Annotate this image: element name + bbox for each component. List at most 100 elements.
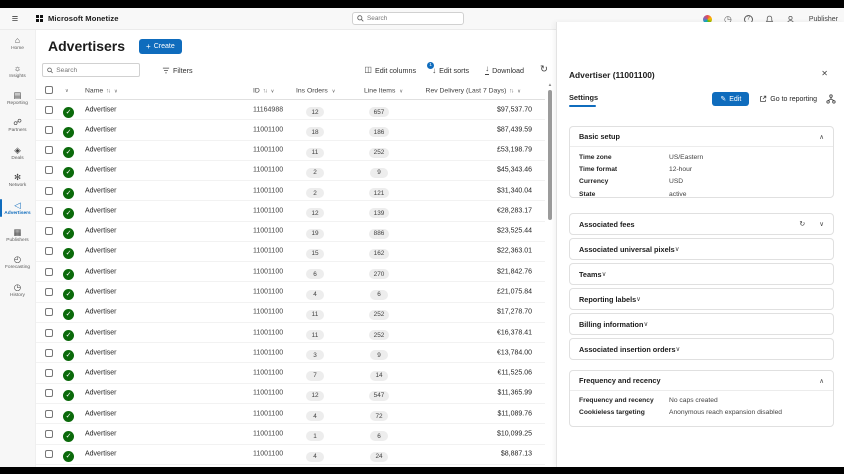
global-search[interactable]	[352, 12, 464, 25]
table-row[interactable]: ✓ Advertiser 11001100 11 252 $17,278.70	[36, 303, 545, 323]
sidebar-item[interactable]: ▤ Reporting	[0, 85, 35, 112]
row-checkbox[interactable]	[45, 348, 53, 357]
sidebar-item[interactable]: ☍ Partners	[0, 112, 35, 139]
row-checkbox[interactable]	[45, 429, 53, 438]
select-all-checkbox[interactable]	[45, 85, 53, 94]
table-row[interactable]: ✓ Advertiser 11001100 1 6 $10,099.25	[36, 424, 545, 445]
table-row[interactable]: ✓ Advertiser 11001100 3 9 €13,784.00	[36, 343, 545, 364]
org-hierarchy-icon[interactable]	[826, 94, 836, 104]
advertiser-name[interactable]: Advertiser	[85, 329, 117, 336]
accordion-section[interactable]: Associated fees ↻ ∨	[569, 213, 834, 235]
row-checkbox[interactable]	[45, 186, 53, 195]
advertiser-name[interactable]: Advertiser	[85, 268, 117, 275]
row-checkbox[interactable]	[45, 125, 53, 134]
advertiser-name[interactable]: Advertiser	[85, 228, 117, 235]
advertiser-name[interactable]: Advertiser	[85, 370, 117, 377]
sidebar-item[interactable]: ◁ Advertisers	[0, 194, 35, 221]
advertiser-name[interactable]: Advertiser	[85, 451, 117, 458]
chevron-down-icon[interactable]: ∨	[643, 320, 648, 328]
table-row[interactable]: ✓ Advertiser 11001100 2 9 $45,343.46	[36, 161, 545, 182]
row-checkbox[interactable]	[45, 288, 53, 297]
sidebar-item[interactable]: ◈ Deals	[0, 140, 35, 167]
table-row[interactable]: ✓ Advertiser 11164988 12 657 $97,537.70	[36, 100, 545, 121]
advertiser-name[interactable]: Advertiser	[85, 390, 117, 397]
edit-button[interactable]: ✎ Edit	[712, 92, 750, 106]
table-scrollbar[interactable]: ▲	[547, 82, 553, 465]
row-checkbox[interactable]	[45, 227, 53, 236]
global-search-input[interactable]	[367, 15, 459, 22]
table-row[interactable]: ✓ Advertiser 11001100 4 72 $11,089.76	[36, 404, 545, 425]
advertiser-name[interactable]: Advertiser	[85, 167, 117, 174]
chevron-down-icon[interactable]: ∨	[819, 220, 824, 228]
chevron-down-icon[interactable]: ∨	[602, 270, 607, 278]
row-checkbox[interactable]	[45, 166, 53, 175]
column-header-rev-delivery[interactable]: Rev Delivery (Last 7 Days) ↑↓ ∨	[426, 87, 521, 94]
advertiser-name[interactable]: Advertiser	[85, 147, 117, 154]
table-row[interactable]: ✓ Advertiser 11001100 6 270 $21,842.76	[36, 262, 545, 283]
table-row[interactable]: ✓ Advertiser 11001100 11 252 €16,378.41	[36, 323, 545, 344]
advertiser-name[interactable]: Advertiser	[85, 187, 117, 194]
row-checkbox[interactable]	[45, 146, 53, 155]
row-checkbox[interactable]	[45, 389, 53, 398]
advertiser-name[interactable]: Advertiser	[85, 289, 117, 296]
download-button[interactable]: ↓ Download	[485, 65, 524, 75]
accordion-section[interactable]: Reporting labels ↻ ∨	[569, 288, 834, 310]
sidebar-item[interactable]: ⌂ Home	[0, 30, 35, 57]
row-checkbox[interactable]	[45, 369, 53, 378]
chevron-up-icon[interactable]: ∧	[819, 133, 824, 141]
sidebar-item[interactable]: ▦ Publishers	[0, 222, 35, 249]
accordion-section[interactable]: Associated universal pixels ↻ ∨	[569, 238, 834, 260]
column-header-name[interactable]: Name ↑↓ ∨	[85, 87, 118, 94]
accordion-section[interactable]: Teams ↻ ∨	[569, 263, 834, 285]
row-checkbox[interactable]	[45, 328, 53, 337]
close-icon[interactable]: ✕	[821, 69, 828, 78]
table-row[interactable]: ✓ Advertiser 11001100 11 252 £53,198.79	[36, 141, 545, 161]
create-button[interactable]: + Create	[139, 38, 182, 54]
edit-sorts-button[interactable]: 1 ↓ Edit sorts	[427, 61, 469, 75]
edit-columns-button[interactable]: ◫ Edit columns	[364, 66, 416, 75]
hamburger-menu-icon[interactable]: ≡	[0, 13, 30, 25]
row-checkbox[interactable]	[45, 247, 53, 256]
table-search-input[interactable]	[56, 66, 135, 74]
select-menu-chevron-icon[interactable]: ∨	[65, 88, 69, 94]
row-checkbox[interactable]	[45, 105, 53, 114]
row-checkbox[interactable]	[45, 308, 53, 317]
row-checkbox[interactable]	[45, 450, 53, 459]
table-row[interactable]: ✓ Advertiser 11001100 12 139 €28,283.17	[36, 201, 545, 222]
table-search[interactable]	[42, 63, 140, 77]
advertiser-name[interactable]: Advertiser	[85, 410, 117, 417]
row-checkbox[interactable]	[45, 267, 53, 276]
table-row[interactable]: ✓ Advertiser 11001100 4 24 $8,887.13	[36, 445, 545, 465]
row-checkbox[interactable]	[45, 409, 53, 418]
sidebar-item[interactable]: ◴ Forecasting	[0, 249, 35, 276]
column-header-line-items[interactable]: Line Items ∨	[364, 87, 403, 94]
row-checkbox[interactable]	[45, 206, 53, 215]
table-row[interactable]: ✓ Advertiser 11001100 7 14 €11,525.06	[36, 363, 545, 384]
table-row[interactable]: ✓ Advertiser 11001100 15 162 $22,363.01	[36, 242, 545, 263]
advertiser-name[interactable]: Advertiser	[85, 126, 117, 133]
sidebar-item[interactable]: ◷ History	[0, 277, 35, 304]
filters-button[interactable]: Filters	[162, 66, 193, 75]
chevron-down-icon[interactable]: ∨	[675, 245, 680, 253]
table-row[interactable]: ✓ Advertiser 11001100 2 121 $31,340.04	[36, 181, 545, 202]
scroll-up-arrow-icon[interactable]: ▲	[547, 82, 553, 87]
basic-setup-header[interactable]: Basic setup ∧	[570, 127, 833, 147]
advertiser-name[interactable]: Advertiser	[85, 309, 117, 316]
table-row[interactable]: ✓ Advertiser 11001100 12 547 $11,365.99	[36, 384, 545, 404]
accordion-section[interactable]: Associated insertion orders ↻ ∨	[569, 338, 834, 360]
refresh-icon[interactable]: ↻	[799, 220, 805, 228]
go-to-reporting-link[interactable]: Go to reporting	[759, 95, 817, 103]
advertiser-name[interactable]: Advertiser	[85, 207, 117, 214]
chevron-down-icon[interactable]: ∨	[636, 295, 641, 303]
table-row[interactable]: ✓ Advertiser 11001100 18 186 $87,439.59	[36, 120, 545, 141]
refresh-icon[interactable]: ↻	[540, 65, 548, 75]
sidebar-item[interactable]: ☼ Insights	[0, 57, 35, 84]
chevron-down-icon[interactable]: ∨	[676, 345, 681, 353]
column-header-id[interactable]: ID ↑↓ ∨	[253, 87, 274, 94]
sidebar-item[interactable]: ✻ Network	[0, 167, 35, 194]
advertiser-name[interactable]: Advertiser	[85, 106, 117, 113]
advertiser-name[interactable]: Advertiser	[85, 349, 117, 356]
table-row[interactable]: ✓ Advertiser 11001100 4 6 £21,075.84	[36, 282, 545, 303]
scrollbar-thumb[interactable]	[548, 90, 552, 220]
column-header-ins-orders[interactable]: Ins Orders ∨	[296, 87, 336, 94]
